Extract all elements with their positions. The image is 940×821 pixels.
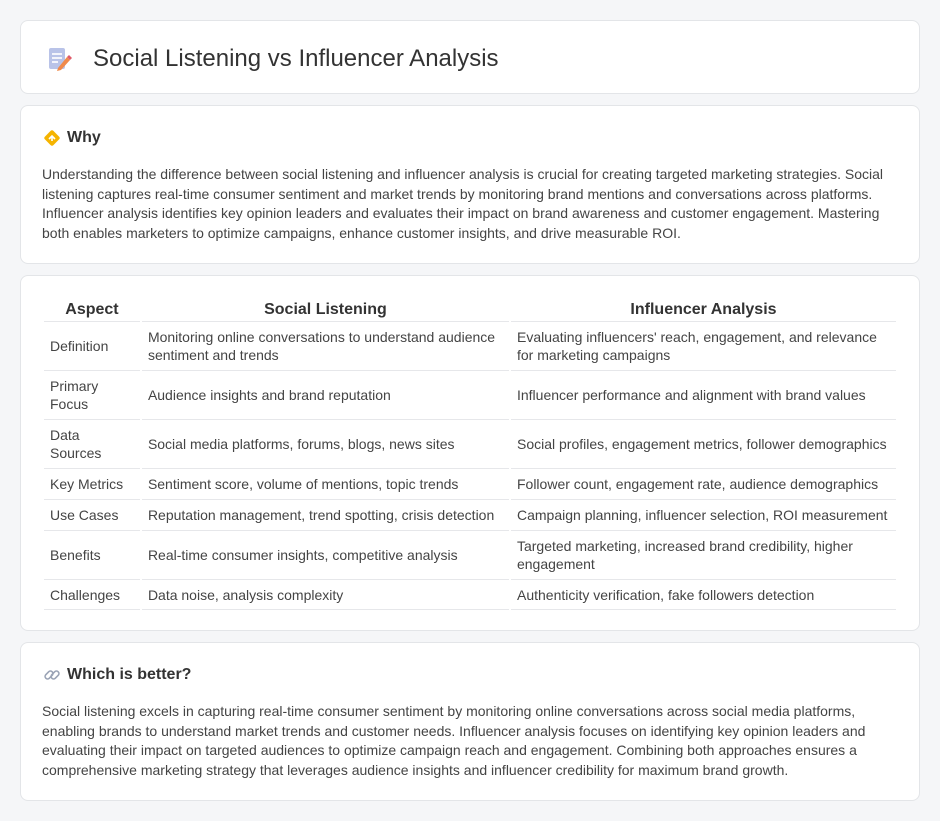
diamond-arrow-icon: [43, 129, 61, 147]
why-heading: Why: [67, 129, 101, 146]
cell-influencer: Targeted marketing, increased brand cred…: [510, 530, 896, 579]
table-row: Definition Monitoring online conversatio…: [44, 321, 896, 370]
cell-influencer: Influencer performance and alignment wit…: [510, 370, 896, 419]
comparison-table: Aspect Social Listening Influencer Analy…: [42, 297, 898, 610]
cell-aspect: Use Cases: [44, 499, 140, 530]
cell-social: Social media platforms, forums, blogs, n…: [141, 419, 509, 468]
table-row: Challenges Data noise, analysis complexi…: [44, 579, 896, 610]
table-row: Primary Focus Audience insights and bran…: [44, 370, 896, 419]
table-row: Data Sources Social media platforms, for…: [44, 419, 896, 468]
comparison-section: Aspect Social Listening Influencer Analy…: [20, 275, 920, 631]
table-row: Key Metrics Sentiment score, volume of m…: [44, 468, 896, 499]
why-section: Why Understanding the difference between…: [20, 105, 920, 264]
why-heading-row: Why: [43, 128, 101, 148]
title-row: Social Listening vs Influencer Analysis: [45, 45, 499, 73]
header-social-listening: Social Listening: [264, 301, 387, 318]
header-influencer-analysis: Influencer Analysis: [630, 301, 777, 318]
cell-influencer: Evaluating influencers' reach, engagemen…: [510, 321, 896, 370]
better-text: Social listening excels in capturing rea…: [42, 703, 866, 778]
cell-influencer: Follower count, engagement rate, audienc…: [510, 468, 896, 499]
which-is-better-section: Which is better? Social listening excels…: [20, 642, 920, 801]
cell-aspect: Challenges: [44, 579, 140, 610]
cell-social: Audience insights and brand reputation: [141, 370, 509, 419]
cell-social: Monitoring online conversations to under…: [141, 321, 509, 370]
better-heading-row: Which is better?: [43, 665, 191, 685]
table-row: Benefits Real-time consumer insights, co…: [44, 530, 896, 579]
cell-aspect: Benefits: [44, 530, 140, 579]
link-icon: [43, 666, 61, 684]
cell-social: Data noise, analysis complexity: [141, 579, 509, 610]
header-aspect: Aspect: [65, 301, 119, 318]
cell-social: Sentiment score, volume of mentions, top…: [141, 468, 509, 499]
cell-aspect: Definition: [44, 321, 140, 370]
table-header-row: Aspect Social Listening Influencer Analy…: [44, 297, 896, 321]
document-pencil-icon: [45, 45, 73, 73]
better-heading: Which is better?: [67, 666, 192, 683]
page-title: Social Listening vs Influencer Analysis: [93, 45, 499, 72]
cell-aspect: Primary Focus: [44, 370, 140, 419]
cell-social: Real-time consumer insights, competitive…: [141, 530, 509, 579]
title-card: Social Listening vs Influencer Analysis: [20, 20, 920, 94]
cell-influencer: Authenticity verification, fake follower…: [510, 579, 896, 610]
cell-aspect: Key Metrics: [44, 468, 140, 499]
cell-aspect: Data Sources: [44, 419, 140, 468]
cell-influencer: Campaign planning, influencer selection,…: [510, 499, 896, 530]
cell-social: Reputation management, trend spotting, c…: [141, 499, 509, 530]
cell-influencer: Social profiles, engagement metrics, fol…: [510, 419, 896, 468]
why-text: Understanding the difference between soc…: [42, 166, 883, 241]
table-row: Use Cases Reputation management, trend s…: [44, 499, 896, 530]
